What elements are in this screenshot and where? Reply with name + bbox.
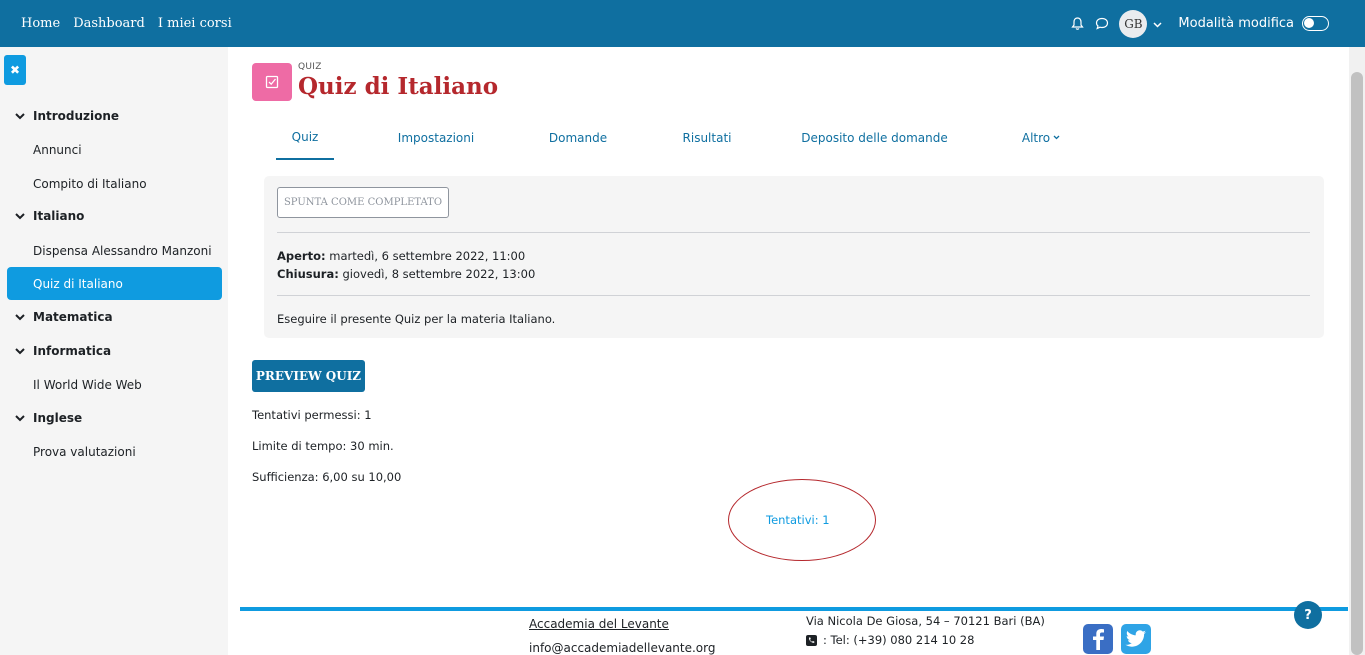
help-button[interactable]: ?	[1294, 601, 1322, 629]
footer-divider	[240, 607, 1348, 611]
footer-telephone-text: : Tel: (+39) 080 214 10 28	[823, 633, 975, 647]
activity-information: SPUNTA COME COMPLETATO Aperto: martedì, …	[264, 176, 1324, 338]
tab-label: Altro	[1021, 130, 1051, 145]
phone-icon	[806, 634, 817, 646]
tab-label: Deposito delle domande	[801, 130, 948, 145]
tab-label: Risultati	[682, 130, 732, 145]
tab-label: Impostazioni	[397, 130, 475, 145]
tab-label: Quiz	[291, 129, 319, 144]
chevron-down-icon	[15, 313, 27, 321]
sidebar-section-label: Inglese	[33, 411, 83, 425]
chevron-down-icon	[15, 414, 27, 422]
messages-icon[interactable]	[1094, 16, 1110, 32]
tab-quiz[interactable]: Quiz	[276, 115, 334, 160]
sidebar-item-annunci[interactable]: Annunci	[7, 133, 222, 166]
sidebar-section-introduzione[interactable]: Introduzione	[15, 107, 119, 125]
tab-altro[interactable]: Altro	[1020, 115, 1062, 160]
scrollbar-thumb[interactable]	[1351, 72, 1363, 655]
tab-deposito-domande[interactable]: Deposito delle domande	[801, 115, 948, 160]
facebook-icon[interactable]	[1083, 624, 1113, 654]
tab-impostazioni[interactable]: Impostazioni	[398, 115, 474, 160]
time-limit: Limite di tempo: 30 min.	[252, 439, 394, 453]
sidebar-item-label: Prova valutazioni	[33, 444, 136, 459]
tab-label: Domande	[548, 130, 608, 145]
sidebar-item-quiz-italiano[interactable]: Quiz di Italiano	[7, 267, 222, 300]
twitter-icon[interactable]	[1121, 624, 1151, 654]
secondary-navigation-tabs: Quiz Impostazioni Domande Risultati Depo…	[276, 115, 1176, 160]
page-scrollbar[interactable]	[1349, 47, 1365, 655]
divider	[277, 295, 1310, 296]
closed-value: giovedì, 8 settembre 2022, 13:00	[342, 267, 536, 281]
sidebar-section-matematica[interactable]: Matematica	[15, 308, 113, 326]
sidebar-section-label: Matematica	[33, 310, 113, 324]
sidebar-item-prova-valutazioni[interactable]: Prova valutazioni	[7, 435, 222, 468]
sidebar-section-label: Informatica	[33, 344, 112, 358]
closed-label: Chiusura:	[277, 267, 339, 281]
footer-telephone: : Tel: (+39) 080 214 10 28	[806, 633, 974, 647]
passing-grade: Sufficienza: 6,00 su 10,00	[252, 470, 402, 484]
sidebar-item-label: Il World Wide Web	[33, 377, 142, 392]
top-navbar: Home Dashboard I miei corsi GB Modalità …	[0, 0, 1365, 47]
tab-risultati[interactable]: Risultati	[682, 115, 732, 160]
chevron-down-icon	[15, 212, 27, 220]
chevron-down-icon[interactable]	[1153, 17, 1162, 31]
preview-quiz-button[interactable]: PREVIEW QUIZ	[252, 360, 365, 392]
sidebar-item-compito-italiano[interactable]: Compito di Italiano	[7, 167, 222, 200]
divider	[277, 232, 1310, 233]
chevron-down-icon	[15, 112, 27, 120]
sidebar-section-label: Italiano	[33, 209, 85, 223]
closed-date: Chiusura: giovedì, 8 settembre 2022, 13:…	[277, 267, 535, 281]
page-title: Quiz di Italiano	[298, 73, 499, 100]
opened-value: martedì, 6 settembre 2022, 11:00	[329, 249, 526, 263]
chevron-down-icon	[15, 347, 27, 355]
activity-type-label: QUIZ	[298, 62, 322, 72]
nav-link-dashboard[interactable]: Dashboard	[73, 16, 145, 31]
sidebar-item-world-wide-web[interactable]: Il World Wide Web	[7, 368, 222, 401]
footer-address: Via Nicola De Giosa, 54 – 70121 Bari (BA…	[806, 614, 1045, 628]
attempts-link[interactable]: Tentativi: 1	[766, 513, 830, 527]
sidebar-section-inglese[interactable]: Inglese	[15, 409, 82, 427]
avatar[interactable]: GB	[1119, 9, 1148, 38]
opened-date: Aperto: martedì, 6 settembre 2022, 11:00	[277, 249, 525, 263]
main-content: QUIZ Quiz di Italiano Quiz Impostazioni …	[228, 47, 1349, 655]
activity-description: Eseguire il presente Quiz per la materia…	[277, 312, 556, 326]
user-menu-area: GB Modalità modifica	[1069, 0, 1329, 47]
sidebar-section-informatica[interactable]: Informatica	[15, 342, 111, 360]
sidebar-item-dispensa-manzoni[interactable]: Dispensa Alessandro Manzoni	[7, 234, 222, 267]
edit-mode-label: Modalità modifica	[1178, 16, 1294, 31]
primary-navigation: Home Dashboard I miei corsi	[21, 16, 245, 31]
bell-icon[interactable]	[1069, 16, 1085, 32]
footer-org-link[interactable]: Accademia del Levante	[529, 617, 669, 631]
sidebar-section-label: Introduzione	[33, 109, 120, 123]
mark-complete-button[interactable]: SPUNTA COME COMPLETATO	[277, 187, 449, 218]
tab-domande[interactable]: Domande	[548, 115, 608, 160]
chevron-down-icon	[1053, 135, 1060, 140]
nav-link-home[interactable]: Home	[21, 16, 60, 31]
quiz-icon	[252, 63, 292, 101]
close-icon: ✖	[9, 63, 21, 77]
sidebar-item-label: Annunci	[33, 142, 82, 157]
close-drawer-button[interactable]: ✖	[4, 55, 26, 85]
sidebar-item-label: Dispensa Alessandro Manzoni	[33, 243, 212, 258]
sidebar-section-italiano[interactable]: Italiano	[15, 207, 84, 225]
nav-link-my-courses[interactable]: I miei corsi	[158, 16, 232, 31]
course-index-drawer: ✖ Introduzione Annunci Compito di Italia…	[0, 47, 228, 655]
opened-label: Aperto:	[277, 249, 326, 263]
footer-email[interactable]: info@accademiadellevante.org	[529, 641, 715, 655]
edit-mode-toggle[interactable]	[1302, 16, 1329, 31]
attempts-allowed: Tentativi permessi: 1	[252, 408, 372, 422]
sidebar-item-label: Compito di Italiano	[33, 176, 147, 191]
sidebar-item-label: Quiz di Italiano	[33, 276, 123, 291]
